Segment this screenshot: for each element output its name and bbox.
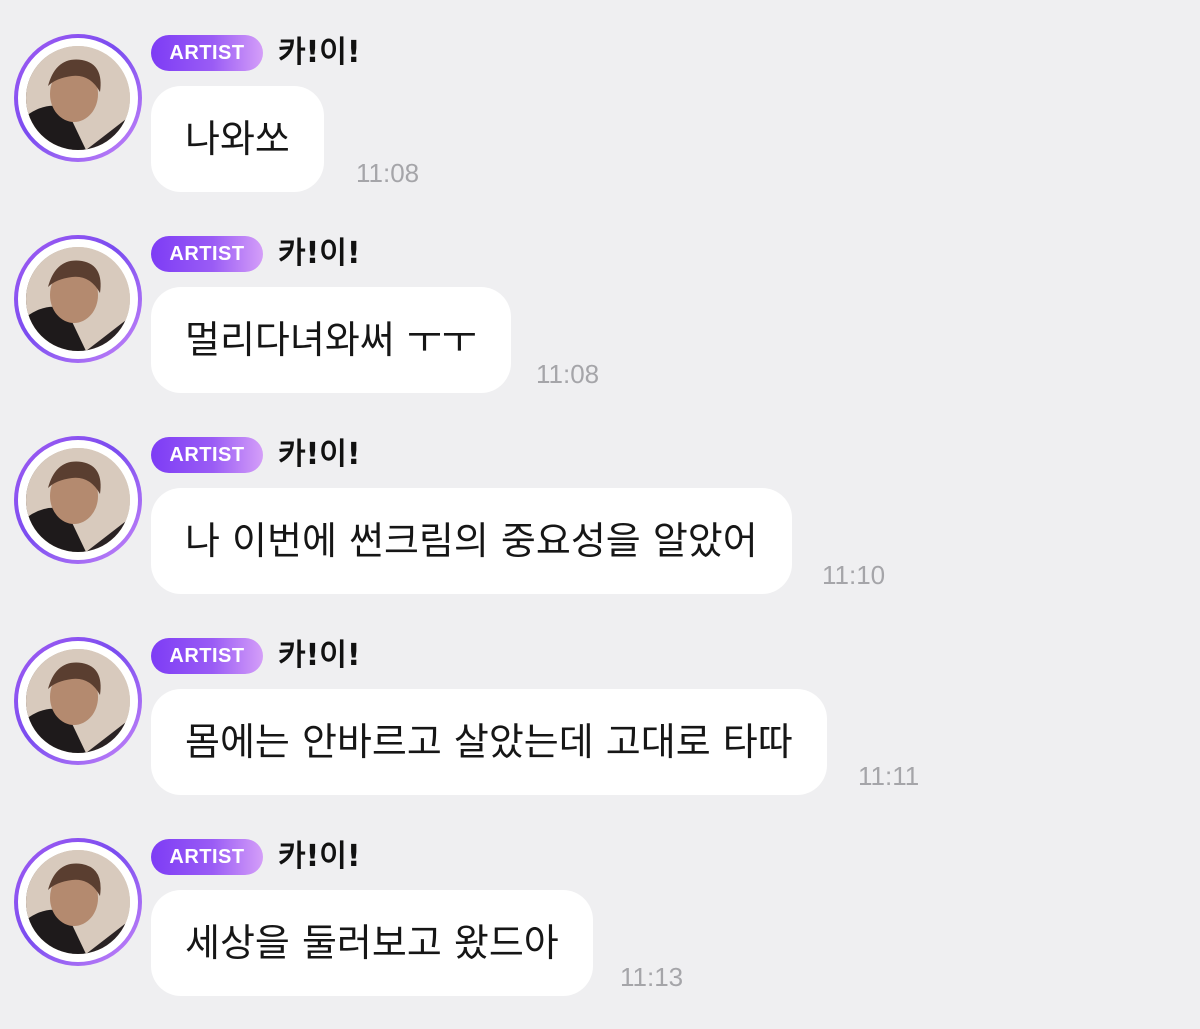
chat-message: ARTIST 카!이! 멀리다녀와써 ㅜㅜ 11:08 [0, 201, 1200, 401]
chat-message: ARTIST 카!이! 나 이번에 썬크림의 중요성을 알았어 11:10 [0, 402, 1200, 602]
avatar[interactable] [14, 436, 142, 564]
avatar[interactable] [14, 235, 142, 363]
message-bubble[interactable]: 나 이번에 썬크림의 중요성을 알았어 [151, 488, 792, 594]
avatar[interactable] [14, 637, 142, 765]
chat-message: ARTIST 카!이! 몸에는 안바르고 살았는데 고대로 타따 11:11 [0, 603, 1200, 803]
sender-name: 카!이! [278, 839, 361, 874]
message-bubble[interactable]: 나와쏘 [151, 86, 324, 192]
chat-message: ARTIST 카!이! 세상을 둘러보고 왔드아 11:13 [0, 804, 1200, 1004]
message-time: 11:08 [536, 359, 600, 389]
sender-name: 카!이! [278, 437, 361, 472]
chat-message-list: ARTIST 카!이! 나와쏘 11:08 ARTIST 카!이! 멀리다녀와써… [0, 0, 1200, 1029]
message-bubble[interactable]: 멀리다녀와써 ㅜㅜ [151, 287, 511, 393]
chat-message: ARTIST 카!이! 나와쏘 11:08 [0, 0, 1200, 200]
message-bubble[interactable]: 세상을 둘러보고 왔드아 [151, 890, 593, 996]
artist-badge: ARTIST [151, 437, 263, 473]
message-time: 11:08 [356, 158, 420, 188]
sender-name: 카!이! [278, 236, 361, 271]
message-time: 11:13 [620, 962, 684, 992]
sender-name: 카!이! [278, 638, 361, 673]
message-bubble[interactable]: 몸에는 안바르고 살았는데 고대로 타따 [151, 689, 827, 795]
avatar-photo-icon [26, 448, 130, 552]
avatar-photo-icon [26, 850, 130, 954]
artist-badge: ARTIST [151, 638, 263, 674]
message-time: 11:11 [858, 761, 920, 791]
message-time: 11:10 [822, 560, 886, 590]
artist-badge: ARTIST [151, 839, 263, 875]
avatar-photo-icon [26, 46, 130, 150]
artist-badge: ARTIST [151, 236, 263, 272]
avatar[interactable] [14, 34, 142, 162]
avatar[interactable] [14, 838, 142, 966]
avatar-photo-icon [26, 247, 130, 351]
artist-badge: ARTIST [151, 35, 263, 71]
avatar-photo-icon [26, 649, 130, 753]
sender-name: 카!이! [278, 35, 361, 70]
